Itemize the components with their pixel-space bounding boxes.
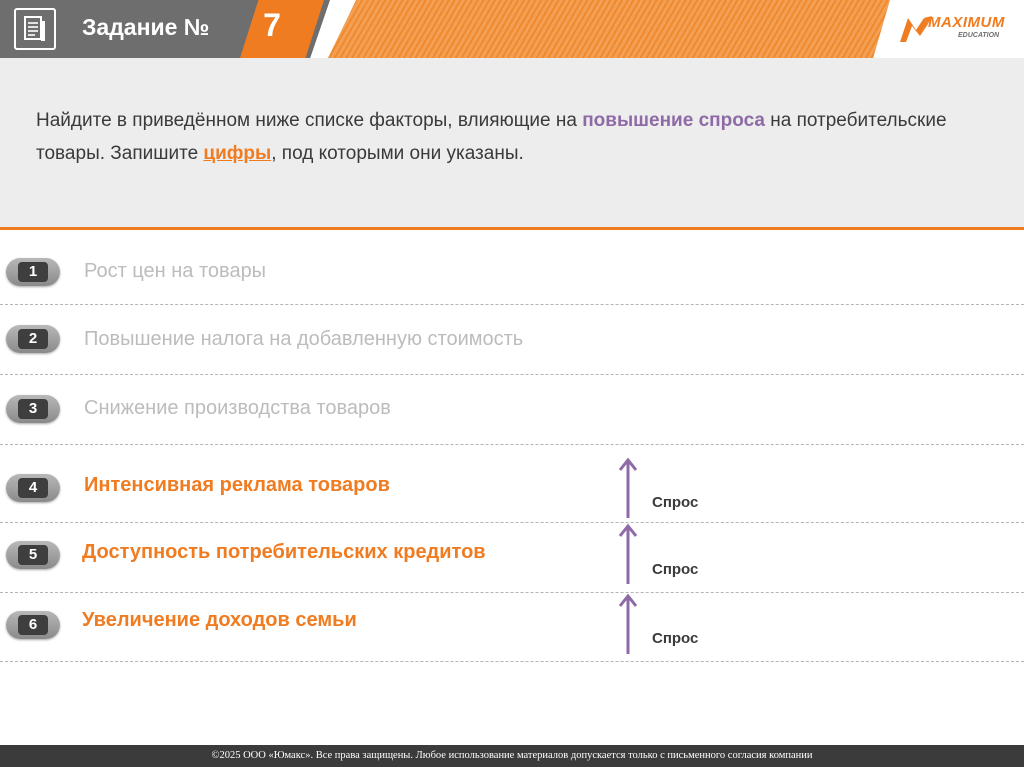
up-arrow-icon [618,593,638,654]
option-number-3: 3 [18,399,48,419]
option-divider [0,374,1024,375]
option-number-4: 4 [18,478,48,498]
option-text-1: Рост цен на товары [84,260,267,282]
option-text-4: Интенсивная реклама товаров [84,474,390,496]
up-arrow-icon [618,457,638,518]
effect-label-5: Спрос [652,561,699,578]
option-badge-4: 4 [6,474,60,502]
up-arrow-icon [618,523,638,584]
option-divider [0,661,1024,662]
option-divider [0,304,1024,305]
header-stripes [328,0,890,58]
option-badge-3: 3 [6,395,60,423]
header-bar: Задание № 7 MAXIMUM EDUCATION [0,0,1024,58]
option-number-5: 5 [18,545,48,565]
effect-label-6: Спрос [652,630,699,647]
option-badge-5: 5 [6,541,60,569]
option-text-3: Снижение производства товаров [84,397,391,419]
question-text: Найдите в приведённом ниже списке фактор… [36,104,976,170]
copyright-footer: ©2025 ООО «Юмакс». Все права защищены. Л… [0,745,1024,767]
option-text-2: Повышение налога на добавленную стоимост… [84,328,524,350]
question-highlight-digits: цифры [203,143,272,164]
option-divider [0,444,1024,445]
option-number-6: 6 [18,615,48,635]
task-number: 7 [263,7,281,43]
effect-label-4: Спрос [652,494,699,511]
option-number-1: 1 [18,262,48,282]
maximum-logo: MAXIMUM EDUCATION [898,12,1014,46]
option-badge-1: 1 [6,258,60,286]
orange-separator [0,227,1024,230]
question-highlight-demand: повышение спроса [582,110,765,131]
option-text-6: Увеличение доходов семьи [82,609,357,631]
option-number-2: 2 [18,329,48,349]
question-part-1: Найдите в приведённом ниже списке фактор… [36,110,583,131]
option-divider [0,522,1024,523]
task-title: Задание № [82,14,210,40]
logo-subtext: EDUCATION [958,32,1000,39]
document-icon [14,8,56,50]
question-part-3: , под которыми они указаны. [271,143,524,164]
option-badge-6: 6 [6,611,60,639]
option-text-5: Доступность потребительских кредитов [82,541,486,563]
option-divider [0,592,1024,593]
logo-text: MAXIMUM [928,14,1005,31]
option-badge-2: 2 [6,325,60,353]
